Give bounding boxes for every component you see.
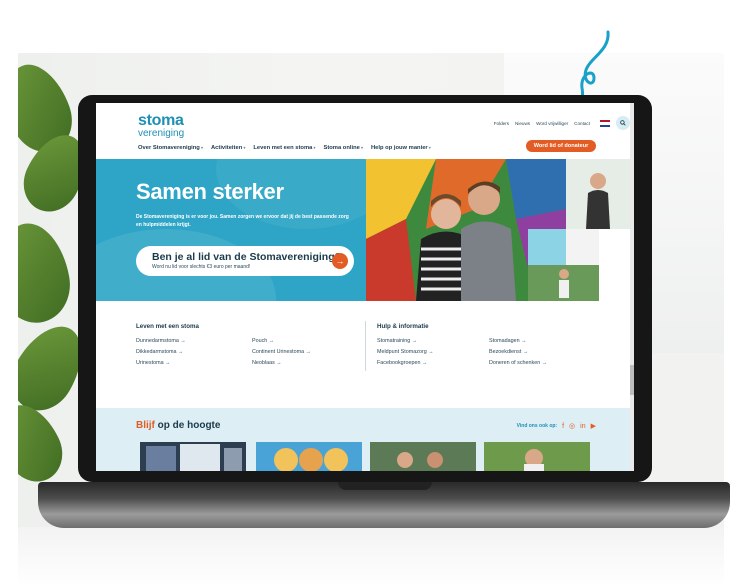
linkedin-icon[interactable]: in xyxy=(580,423,585,430)
news-section: Blijf op de hoogte Vind ons ook op: f ◎ … xyxy=(96,408,634,471)
news-title: Blijf op de hoogte xyxy=(136,420,220,431)
desk-surface xyxy=(18,527,724,587)
membership-card-subtitle: Word nu lid voor slechts €3 euro per maa… xyxy=(152,264,251,270)
news-thumbnail[interactable] xyxy=(256,442,362,471)
plant-leaf xyxy=(18,217,77,329)
utility-link-nieuws[interactable]: Nieuws xyxy=(515,121,530,126)
news-thumbnail[interactable] xyxy=(484,442,590,471)
nav-over[interactable]: Over Stomavereniging xyxy=(138,145,203,151)
membership-card-title: Ben je al lid van de Stomavereniging? xyxy=(152,251,342,263)
search-icon xyxy=(620,120,626,126)
link-stomadagen[interactable]: Stomadagen → xyxy=(489,338,526,344)
news-thumbnail-image xyxy=(484,442,590,471)
site-header: stoma vereniging Folders Nieuws Word vri… xyxy=(96,103,634,159)
laptop-notch xyxy=(338,482,432,490)
laptop-screen: stoma vereniging Folders Nieuws Word vri… xyxy=(96,103,634,471)
news-title-rest: op de hoogte xyxy=(154,420,221,431)
links-divider xyxy=(365,321,366,371)
membership-card[interactable]: Ben je al lid van de Stomavereniging? Wo… xyxy=(136,246,354,276)
hero-couple-photo xyxy=(366,159,634,301)
nav-activiteiten[interactable]: Activiteiten xyxy=(211,145,245,151)
language-flag-icon[interactable] xyxy=(600,120,610,127)
link-bezoekdienst[interactable]: Bezoekdienst → xyxy=(489,349,528,355)
find-us-label: Vind ons ook op: xyxy=(516,423,558,429)
news-thumbnail-image xyxy=(140,442,246,471)
hero-photo xyxy=(366,159,634,301)
link-stomatraining[interactable]: Stomatraining → xyxy=(377,338,417,344)
link-urinestoma[interactable]: Urinestoma → xyxy=(136,360,170,366)
site-logo[interactable]: stoma vereniging xyxy=(138,113,184,139)
hero-text: De Stomavereniging is er voor jou. Samen… xyxy=(136,214,349,228)
nav-leven[interactable]: Leven met een stoma xyxy=(253,145,315,151)
quick-links: Leven met een stoma Dunnedarmstoma → Dik… xyxy=(96,313,634,393)
logo-sub: vereniging xyxy=(138,128,185,139)
social-links: Vind ons ook op: f ◎ in ▶ xyxy=(516,422,596,431)
links-heading-leven: Leven met een stoma xyxy=(136,323,199,330)
utility-link-folders[interactable]: Folders xyxy=(494,121,509,126)
become-member-button[interactable]: Word lid of donateur xyxy=(526,140,596,152)
main-nav: Over Stomavereniging Activiteiten Leven … xyxy=(138,145,431,151)
news-thumbnail-image xyxy=(256,442,362,471)
news-thumbnail[interactable] xyxy=(140,442,246,471)
nav-stoma-online[interactable]: Stoma online xyxy=(323,145,363,151)
utility-link-contact[interactable]: Contact xyxy=(574,121,590,126)
link-dikkedarmstoma[interactable]: Dikkedarmstoma → xyxy=(136,349,183,355)
scrollbar-thumb[interactable] xyxy=(630,365,634,395)
utility-nav: Folders Nieuws Word vrijwilliger Contact xyxy=(494,121,590,126)
news-thumbnail-image xyxy=(370,442,476,471)
links-heading-hulp: Hulp & informatie xyxy=(377,323,429,330)
facebook-icon[interactable]: f xyxy=(562,423,564,430)
link-doneren[interactable]: Doneren of schenken → xyxy=(489,360,547,366)
scrollbar[interactable] xyxy=(630,103,634,471)
hero-title: Samen sterker xyxy=(136,179,284,204)
arrow-right-icon[interactable]: → xyxy=(332,253,348,269)
link-continent-urinestoma[interactable]: Continent Urinestoma → xyxy=(252,349,311,355)
link-neoblaas[interactable]: Neoblaas → xyxy=(252,360,282,366)
logo-main: stoma xyxy=(138,112,184,129)
link-facebookgroepen[interactable]: Facebookgroepen → xyxy=(377,360,427,366)
hero: Samen sterker De Stomavereniging is er v… xyxy=(96,159,634,301)
link-meldpunt[interactable]: Meldpunt Stomazorg → xyxy=(377,349,434,355)
youtube-icon[interactable]: ▶ xyxy=(591,422,596,430)
hero-panel: Samen sterker De Stomavereniging is er v… xyxy=(96,159,366,301)
link-dunnedarmstoma[interactable]: Dunnedarmstoma → xyxy=(136,338,186,344)
news-thumbnail[interactable] xyxy=(370,442,476,471)
link-pouch[interactable]: Pouch → xyxy=(252,338,274,344)
news-title-accent: Blijf xyxy=(136,420,155,431)
search-button[interactable] xyxy=(616,116,630,130)
instagram-icon[interactable]: ◎ xyxy=(569,422,575,430)
nav-help[interactable]: Help op jouw manier xyxy=(371,145,431,151)
utility-link-vrijwilliger[interactable]: Word vrijwilliger xyxy=(536,121,568,126)
